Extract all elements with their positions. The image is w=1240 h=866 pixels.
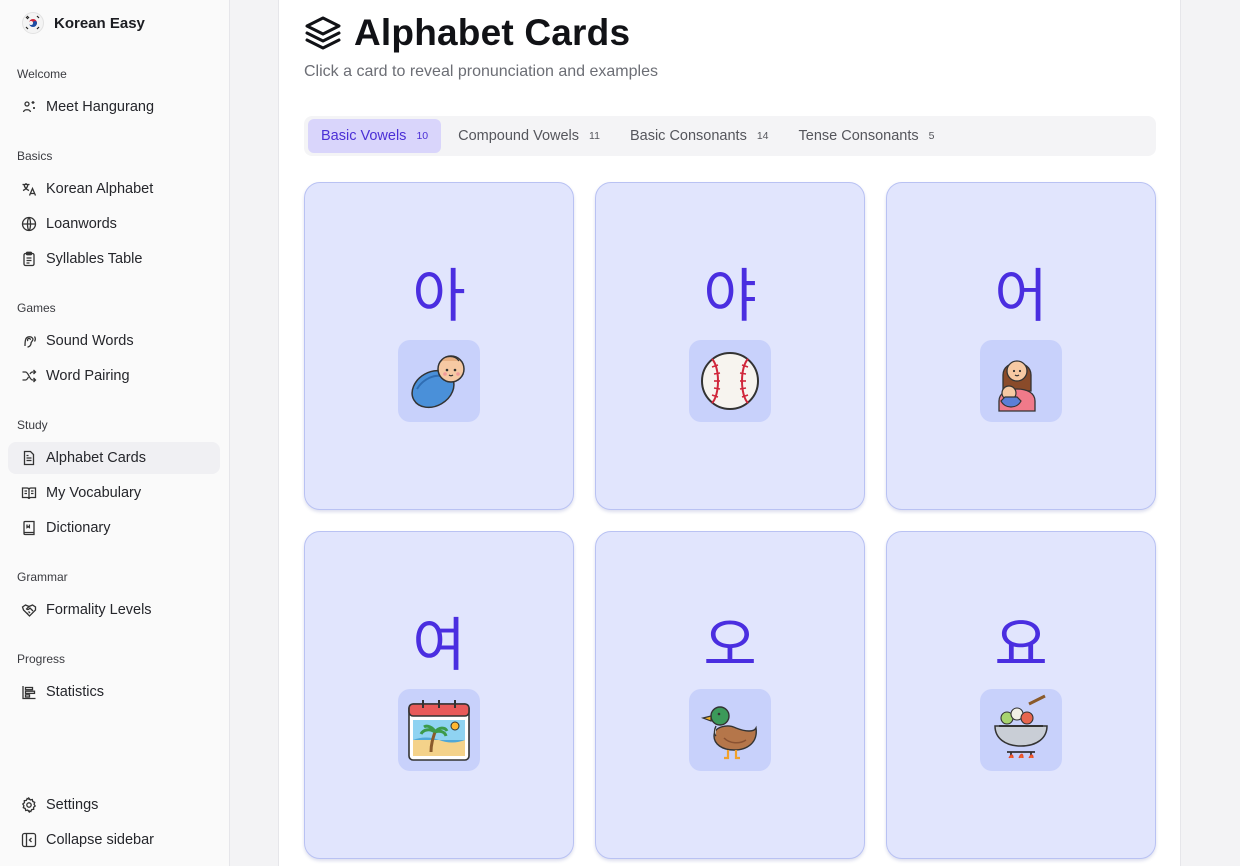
alphabet-card[interactable]: 오 [595, 531, 865, 859]
sidebar-item-label: My Vocabulary [46, 485, 142, 501]
translate-icon [22, 183, 37, 196]
alphabet-card[interactable]: 야 [595, 182, 865, 510]
ear-icon [24, 336, 36, 348]
tab-count: 10 [416, 130, 429, 142]
tab-tense-consonants[interactable]: Tense Consonants 5 [786, 119, 948, 153]
sidebar-item-syllables-table[interactable]: Syllables Table [8, 243, 220, 275]
page-subtitle: Click a card to reveal pronunciation and… [304, 63, 658, 80]
tab-label: Compound Vowels [458, 128, 580, 144]
sidebar-item-loanwords[interactable]: Loanwords [8, 208, 220, 240]
sidebar-item-label: Korean Alphabet [46, 181, 154, 197]
sidebar-item-statistics[interactable]: Statistics [8, 676, 220, 708]
sidebar-item-label: Settings [46, 797, 99, 813]
sidebar-item-label: Dictionary [46, 520, 111, 536]
cooking-pot-icon [994, 694, 1048, 759]
sidebar-item-alphabet-cards[interactable]: Alphabet Cards [8, 442, 220, 474]
card-glyph: 어 [994, 262, 1048, 330]
sidebar-item-meet-hangurang[interactable]: Meet Hangurang [8, 91, 220, 123]
sidebar-item-label: Statistics [46, 684, 105, 700]
tab-compound-vowels[interactable]: Compound Vowels 11 [445, 119, 613, 153]
handshake-icon [21, 604, 37, 617]
page-header: Alphabet Cards [304, 12, 630, 54]
summer-calendar-icon [408, 700, 470, 761]
section-games-label: Games [17, 301, 56, 315]
alphabet-card[interactable]: 아 [304, 182, 574, 510]
sidebar-item-word-pairing[interactable]: Word Pairing [8, 360, 220, 392]
section-study-label: Study [17, 418, 48, 432]
tab-basic-vowels[interactable]: Basic Vowels 10 [308, 119, 442, 153]
tab-label: Tense Consonants [798, 128, 919, 144]
clipboard-icon [23, 251, 35, 267]
globe-icon [21, 216, 37, 232]
card-glyph: 여 [412, 611, 466, 679]
bar-chart-icon [22, 686, 36, 700]
tab-count: 5 [928, 130, 935, 142]
sidebar-item-label: Formality Levels [46, 602, 152, 618]
duck-icon [700, 706, 757, 760]
card-illustration [398, 340, 480, 422]
card-illustration [689, 689, 771, 771]
sidebar-item-korean-alphabet[interactable]: Korean Alphabet [8, 173, 220, 205]
alphabet-card[interactable]: 요 [886, 531, 1156, 859]
sidebar-item-label: Alphabet Cards [46, 450, 146, 466]
card-glyph: 야 [703, 262, 757, 330]
sidebar-item-label: Word Pairing [46, 368, 130, 384]
card-glyph: 요 [994, 611, 1048, 679]
card-illustration [980, 689, 1062, 771]
brand[interactable]: Korean Easy [22, 12, 145, 34]
app-name: Korean Easy [54, 14, 145, 32]
section-grammar-label: Grammar [17, 570, 68, 584]
card-illustration [689, 340, 771, 422]
sidebar-item-dictionary[interactable]: Dictionary [8, 512, 220, 544]
sidebar-item-formality-levels[interactable]: Formality Levels [8, 594, 220, 626]
main-panel: Alphabet Cards Click a card to reveal pr… [278, 0, 1181, 866]
sparkle-person-icon [22, 101, 35, 113]
baby-icon [411, 355, 465, 409]
tab-basic-consonants[interactable]: Basic Consonants 14 [617, 119, 782, 153]
korea-flag-icon [22, 12, 44, 34]
sidebar-item-label: Sound Words [46, 333, 134, 349]
card-glyph: 아 [412, 262, 466, 330]
sidebar-item-label: Meet Hangurang [46, 99, 155, 115]
tab-count: 11 [589, 130, 600, 142]
sidebar-item-label: Collapse sidebar [46, 832, 155, 848]
card-illustration [980, 340, 1062, 422]
section-welcome-label: Welcome [17, 67, 67, 81]
sidebar: Korean Easy Welcome Meet Hangurang Basic… [0, 0, 230, 866]
card-glyph: 오 [703, 611, 757, 679]
card-illustration [398, 689, 480, 771]
gear-icon [21, 797, 37, 813]
section-progress-label: Progress [17, 652, 66, 666]
sidebar-item-label: Syllables Table [46, 251, 143, 267]
section-basics-label: Basics [17, 149, 53, 163]
alphabet-card[interactable]: 여 [304, 531, 574, 859]
mother-icon [998, 360, 1036, 412]
sidebar-item-settings[interactable]: Settings [8, 789, 220, 821]
book-open-icon [21, 487, 37, 500]
baseball-icon [701, 352, 759, 410]
sidebar-item-collapse[interactable]: Collapse sidebar [8, 824, 220, 856]
tab-count: 14 [756, 130, 769, 142]
sidebar-item-sound-words[interactable]: Sound Words [8, 325, 220, 357]
alphabet-card[interactable]: 어 [886, 182, 1156, 510]
layers-icon [305, 16, 341, 50]
tab-label: Basic Consonants [629, 128, 747, 144]
tab-label: Basic Vowels [321, 128, 407, 144]
shuffle-icon [22, 369, 37, 383]
sidebar-item-label: Loanwords [46, 216, 117, 232]
panel-collapse-icon [21, 832, 37, 848]
sidebar-item-my-vocabulary[interactable]: My Vocabulary [8, 477, 220, 509]
category-tabs: Basic Vowels 10 Compound Vowels 11 Basic… [304, 116, 1156, 156]
page-title: Alphabet Cards [354, 12, 631, 53]
file-text-icon [23, 450, 35, 466]
book-icon [23, 520, 35, 536]
